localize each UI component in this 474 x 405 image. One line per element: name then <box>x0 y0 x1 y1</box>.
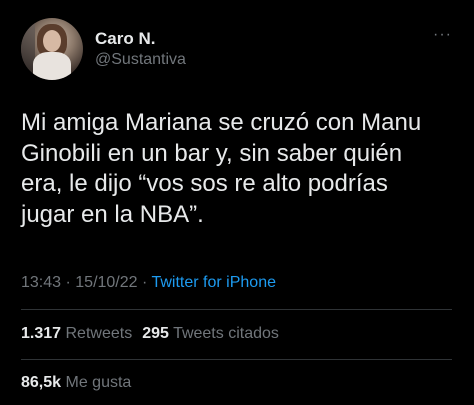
author-names: Caro N. @Sustantiva <box>95 29 186 70</box>
tweet: Caro N. @Sustantiva ··· Mi amiga Mariana… <box>0 0 474 405</box>
engagement-counts: 1.317 Retweets 295 Tweets citados <box>21 324 279 344</box>
avatar-body <box>33 52 71 80</box>
avatar-face <box>43 30 61 52</box>
tweet-header: Caro N. @Sustantiva <box>21 18 186 80</box>
tweet-date[interactable]: 15/10/22 <box>75 274 137 291</box>
likes-count: 86,5k <box>21 374 62 391</box>
likes-label: Me gusta <box>65 374 132 391</box>
retweets-stat[interactable]: 1.317 Retweets <box>21 325 132 342</box>
quotes-count: 295 <box>142 325 169 342</box>
ellipsis-icon[interactable]: ··· <box>433 27 452 43</box>
divider <box>21 359 452 360</box>
tweet-meta: 13:43 · 15/10/22 · Twitter for iPhone <box>21 273 276 293</box>
retweets-label: Retweets <box>65 325 133 342</box>
tweet-text: Mi amiga Mariana se cruzó con Manu Ginob… <box>21 109 422 228</box>
likes-row: 86,5k Me gusta <box>21 373 131 393</box>
author-handle[interactable]: @Sustantiva <box>95 50 186 70</box>
retweets-count: 1.317 <box>21 325 62 342</box>
tweet-time[interactable]: 13:43 <box>21 274 61 291</box>
likes-stat[interactable]: 86,5k Me gusta <box>21 374 131 391</box>
author-display-name[interactable]: Caro N. <box>95 29 186 49</box>
meta-separator: · <box>137 274 152 291</box>
quotes-stat[interactable]: 295 Tweets citados <box>142 325 279 342</box>
divider <box>21 309 452 310</box>
quotes-label: Tweets citados <box>173 325 279 342</box>
tweet-source-link[interactable]: Twitter for iPhone <box>151 274 276 291</box>
meta-separator: · <box>61 274 76 291</box>
avatar[interactable] <box>21 18 83 80</box>
